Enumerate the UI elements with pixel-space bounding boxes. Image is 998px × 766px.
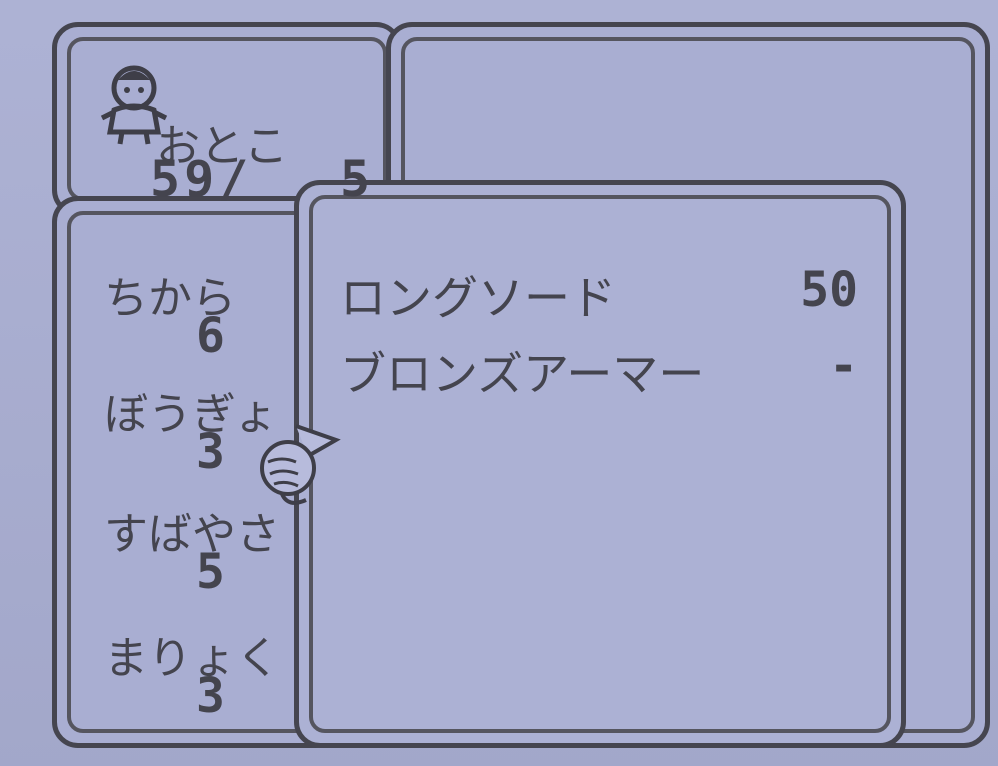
stat-defense-value: 3 <box>196 424 225 480</box>
character-hp-max: 5 <box>340 150 371 208</box>
equipment-item-value: - <box>829 338 858 394</box>
equipment-item-value: 50 <box>800 262 858 318</box>
pointing-hand-cursor-icon <box>260 424 341 505</box>
character-hp-current: 59/ <box>150 150 253 208</box>
stat-agility-value: 5 <box>196 544 225 600</box>
stat-magic-label: まりょく <box>104 633 280 684</box>
equipment-item-name[interactable]: ブロンズアーマー <box>340 338 704 404</box>
stat-strength-value: 6 <box>196 308 225 364</box>
stat-magic-value: 3 <box>196 668 225 724</box>
equipment-item-name[interactable]: ロングソード <box>340 262 616 328</box>
